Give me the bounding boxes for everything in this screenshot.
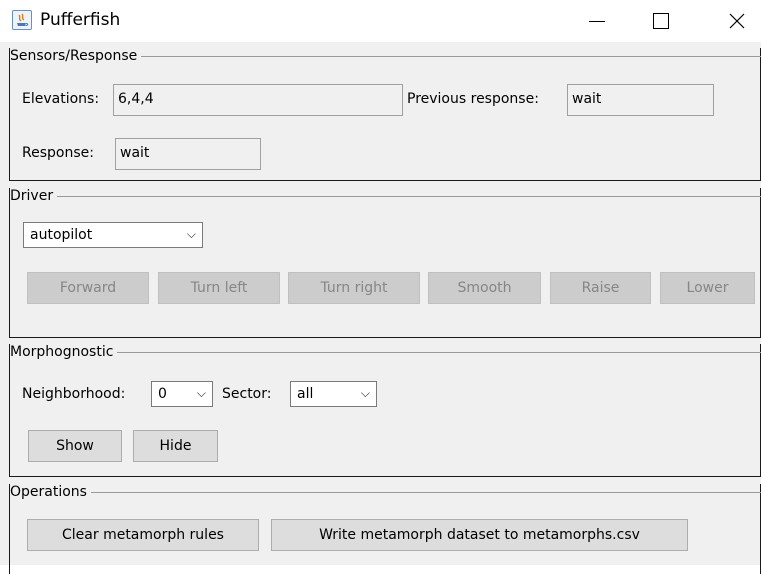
window-title: Pufferfish [40, 10, 121, 30]
neighborhood-label: Neighborhood: [22, 386, 126, 402]
driver-mode-value: autopilot [30, 227, 93, 243]
smooth-button[interactable]: Smooth [428, 272, 541, 304]
previous-response-label: Previous response: [407, 91, 539, 107]
show-button[interactable]: Show [28, 430, 122, 462]
driver-panel: Driver autopilot ⌵ Forward Turn left Tur… [9, 188, 761, 338]
title-bar: Pufferfish [0, 0, 761, 42]
sector-select[interactable]: all ⌵ [290, 381, 377, 407]
response-label: Response: [22, 145, 94, 161]
driver-mode-select[interactable]: autopilot ⌵ [23, 222, 203, 248]
neighborhood-value: 0 [158, 386, 167, 402]
sector-label: Sector: [222, 386, 272, 402]
chevron-down-icon: ⌵ [186, 227, 196, 241]
panel-border [9, 476, 761, 477]
chevron-down-icon: ⌵ [360, 386, 370, 400]
maximize-icon [653, 13, 669, 29]
morphognostic-panel: Morphognostic Neighborhood: 0 ⌵ Sector: … [9, 344, 761, 477]
close-icon [729, 13, 745, 29]
chevron-down-icon: ⌵ [196, 386, 206, 400]
panel-border [9, 337, 761, 338]
turn-left-button[interactable]: Turn left [158, 272, 280, 304]
elevations-label: Elevations: [22, 91, 100, 107]
clear-metamorph-rules-button[interactable]: Clear metamorph rules [27, 519, 259, 551]
previous-response-field: wait [567, 84, 714, 116]
panel-border [10, 352, 761, 353]
java-app-icon [12, 10, 32, 30]
panel-border [10, 196, 761, 197]
maximize-button[interactable] [636, 0, 686, 42]
operations-panel: Operations Clear metamorph rules Write m… [9, 484, 761, 574]
write-metamorph-dataset-button[interactable]: Write metamorph dataset to metamorphs.cs… [271, 519, 688, 551]
operations-title: Operations [10, 484, 91, 500]
turn-right-button[interactable]: Turn right [288, 272, 420, 304]
neighborhood-select[interactable]: 0 ⌵ [151, 381, 213, 407]
minimize-button[interactable] [572, 0, 622, 42]
hide-button[interactable]: Hide [133, 430, 218, 462]
morphognostic-title: Morphognostic [10, 344, 118, 360]
panel-border [9, 180, 761, 181]
panel-border [10, 492, 761, 493]
elevations-field: 6,4,4 [113, 84, 403, 116]
sensors-response-title: Sensors/Response [10, 48, 142, 64]
content-area: Sensors/Response Elevations: 6,4,4 Previ… [0, 42, 761, 574]
raise-button[interactable]: Raise [550, 272, 651, 304]
driver-title: Driver [10, 188, 58, 204]
close-button[interactable] [712, 0, 761, 42]
response-field: wait [115, 138, 261, 170]
minimize-icon [589, 20, 605, 22]
sector-value: all [297, 386, 314, 402]
pufferfish-window: Pufferfish Sensors/Response Elevations: … [0, 0, 761, 574]
forward-button[interactable]: Forward [27, 272, 149, 304]
sensors-response-panel: Sensors/Response Elevations: 6,4,4 Previ… [9, 48, 761, 181]
lower-button[interactable]: Lower [660, 272, 755, 304]
